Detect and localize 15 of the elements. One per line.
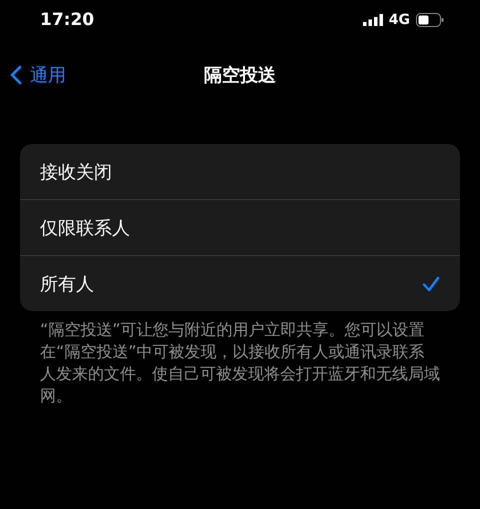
signal-icon xyxy=(362,14,383,26)
page-title: 隔空投送 xyxy=(204,64,276,87)
option-row[interactable]: 所有人 xyxy=(20,255,460,311)
chevron-left-icon xyxy=(10,65,22,85)
footer-note: “隔空投送”可让您与附近的用户立即共享。您可以设置在“隔空投送”中可被发现，以接收所有人或通讯录联系人发来的文件。使自己可被发现将会打开蓝牙和无线局域网。 xyxy=(40,319,440,407)
status-time: 17:20 xyxy=(40,10,94,30)
network-type: 4G xyxy=(388,12,410,28)
option-label: 接收关闭 xyxy=(40,160,112,184)
option-row[interactable]: 仅限联系人 xyxy=(20,199,460,255)
option-label: 仅限联系人 xyxy=(40,216,130,240)
option-row[interactable]: 接收关闭 xyxy=(20,144,460,199)
battery-icon xyxy=(416,13,444,27)
back-label: 通用 xyxy=(30,64,66,87)
option-label: 所有人 xyxy=(40,272,94,296)
back-button[interactable]: 通用 xyxy=(10,63,66,87)
